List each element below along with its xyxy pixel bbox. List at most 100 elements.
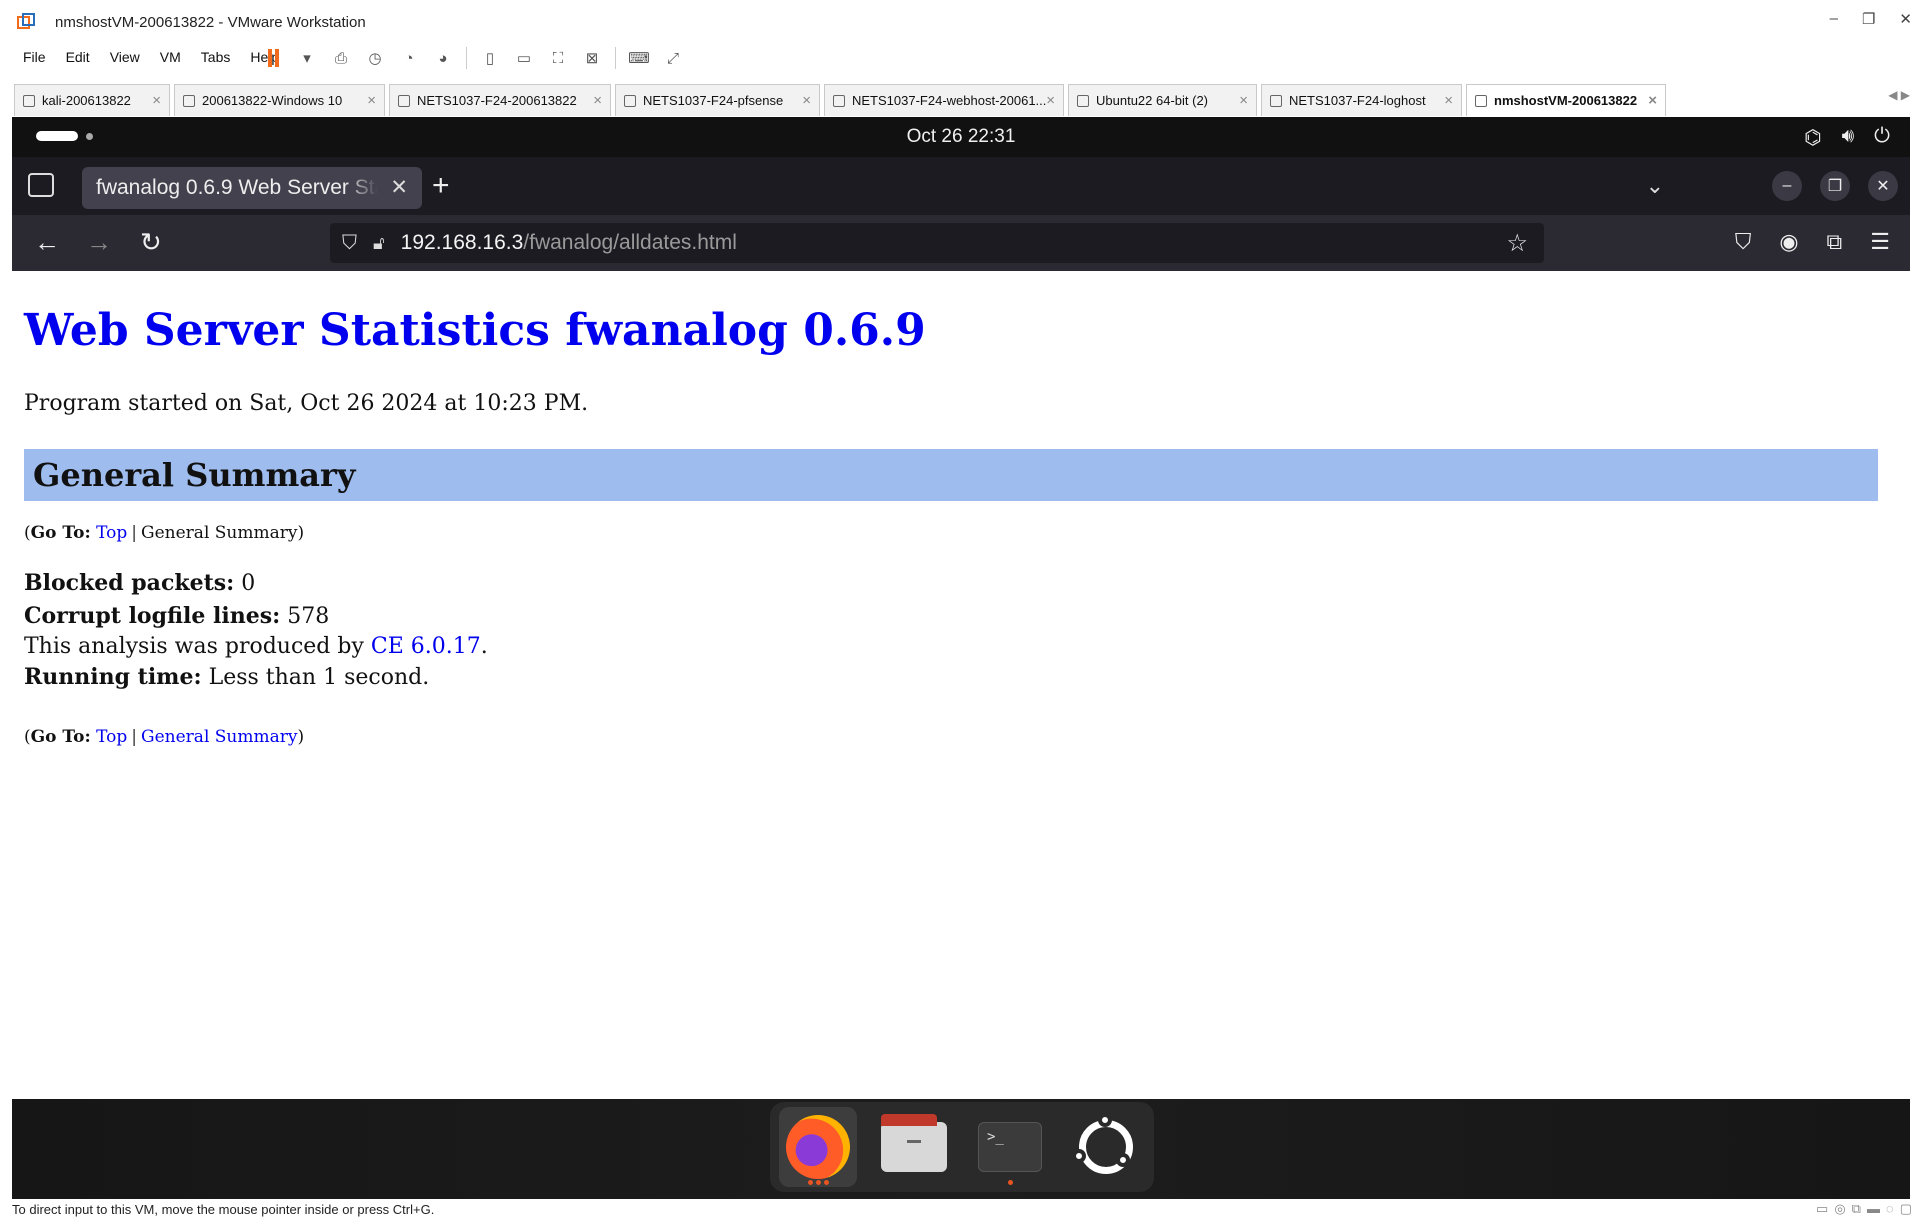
blocked-packets-row: Blocked packets: 0: [24, 567, 329, 600]
close-icon[interactable]: ✕: [1868, 171, 1898, 201]
restore-icon[interactable]: ❐: [1862, 10, 1875, 28]
close-icon[interactable]: ✕: [1899, 10, 1912, 28]
ce-link[interactable]: CE 6.0.17: [371, 634, 481, 659]
close-icon[interactable]: ×: [593, 92, 602, 109]
corrupt-value: 578: [287, 604, 330, 629]
close-icon[interactable]: ×: [1648, 92, 1657, 109]
browser-tab[interactable]: fwanalog 0.6.9 Web Server Statistics ✕: [82, 167, 422, 209]
bookmark-star-icon[interactable]: ☆: [1506, 229, 1528, 258]
network-adapter-icon[interactable]: ⧉: [1852, 1201, 1861, 1217]
thumbnail-icon[interactable]: ▭: [513, 47, 535, 69]
sound-icon[interactable]: ◌: [1886, 1201, 1894, 1217]
extensions-icon[interactable]: ⧉: [1827, 229, 1843, 255]
minimize-icon[interactable]: –: [1772, 171, 1802, 201]
page-content: Web Server Statistics fwanalog 0.6.9 Pro…: [12, 271, 1910, 1099]
new-tab-icon[interactable]: +: [432, 169, 450, 203]
dock-files[interactable]: [875, 1107, 953, 1187]
goto-summary-link[interactable]: General Summary: [141, 727, 297, 747]
account-icon[interactable]: ◉: [1779, 229, 1798, 255]
running-value: Less than 1 second.: [208, 665, 430, 690]
close-icon[interactable]: ×: [1239, 92, 1248, 109]
goto-nav-bottom: (Go To: Top | General Summary): [24, 727, 305, 747]
reload-icon[interactable]: ↻: [140, 227, 162, 258]
snapshot-manager-icon[interactable]: ◕: [432, 47, 454, 69]
clock[interactable]: Oct 26 22:31: [12, 126, 1910, 148]
forward-icon[interactable]: →: [86, 227, 112, 258]
tab-scroll-arrows-icon[interactable]: ◀ ▶: [1888, 88, 1910, 102]
close-icon[interactable]: ×: [1046, 92, 1055, 109]
menubar: File Edit View VM Tabs Help: [12, 44, 288, 70]
menu-vm[interactable]: VM: [149, 49, 190, 65]
address-bar[interactable]: ⛉ 🔓︎ 192.168.16.3/fwanalog/alldates.html…: [330, 223, 1544, 263]
goto-top-link[interactable]: Top: [96, 727, 127, 747]
vm-tab[interactable]: NETS1037-F24-webhost-20061... ×: [824, 84, 1064, 116]
list-tabs-chevron-icon[interactable]: ⌄: [1646, 173, 1664, 199]
vm-tab-label: kali-200613822: [42, 93, 131, 108]
produced-by: This analysis was produced by CE 6.0.17.…: [24, 634, 488, 690]
minimize-icon[interactable]: –: [1830, 10, 1838, 28]
goto-summary-current: General Summary: [141, 523, 298, 543]
ubuntu-icon: [1072, 1113, 1133, 1174]
stretch-icon[interactable]: ⤢: [662, 47, 684, 69]
pocket-icon[interactable]: ⛉: [1735, 229, 1752, 255]
pause-icon[interactable]: [262, 47, 284, 69]
restore-icon[interactable]: ❐: [1820, 171, 1850, 201]
menu-hamburger-icon[interactable]: ☰: [1870, 229, 1890, 255]
insecure-lock-icon[interactable]: 🔓︎: [373, 233, 385, 254]
library-icon[interactable]: ▯: [479, 47, 501, 69]
vm-tab-active[interactable]: nmshostVM-200613822 ×: [1466, 84, 1666, 116]
window-title: nmshostVM-200613822 - VMware Workstation: [55, 14, 366, 31]
summary-stats: Blocked packets: 0 Corrupt logfile lines…: [24, 567, 329, 633]
vm-tab-label: NETS1037-F24-200613822: [417, 93, 577, 108]
snapshot-icon[interactable]: ◷: [364, 47, 386, 69]
vm-tab[interactable]: NETS1037-F24-200613822 ×: [389, 84, 611, 116]
dock-terminal[interactable]: >_: [971, 1107, 1049, 1187]
menu-tabs[interactable]: Tabs: [190, 49, 240, 65]
running-label: Running time:: [24, 664, 202, 690]
dock-firefox[interactable]: [779, 1107, 857, 1187]
corrupt-lines-row: Corrupt logfile lines: 578: [24, 600, 329, 633]
close-icon[interactable]: ×: [802, 92, 811, 109]
console-icon[interactable]: ⌨: [628, 47, 650, 69]
usb-icon[interactable]: ▬: [1867, 1201, 1880, 1217]
goto-top-link[interactable]: Top: [96, 523, 127, 543]
back-icon[interactable]: ←: [34, 227, 60, 258]
corrupt-label: Corrupt logfile lines:: [24, 603, 281, 629]
vm-tab[interactable]: Ubuntu22 64-bit (2) ×: [1068, 84, 1257, 116]
vm-tab[interactable]: NETS1037-F24-loghost ×: [1261, 84, 1462, 116]
close-tab-icon[interactable]: ✕: [390, 175, 408, 200]
dropdown-arrow-icon[interactable]: ▾: [296, 47, 318, 69]
revert-snapshot-icon[interactable]: ◔: [398, 47, 420, 69]
vm-tab[interactable]: 200613822-Windows 10 ×: [174, 84, 385, 116]
vm-icon: [23, 94, 35, 107]
section-heading: General Summary: [24, 449, 1878, 501]
produced-prefix: This analysis was produced by: [24, 634, 364, 659]
volume-icon[interactable]: 🔊︎: [1842, 125, 1855, 150]
vm-icon: [398, 94, 410, 107]
program-started-text: Program started on Sat, Oct 26 2024 at 1…: [24, 391, 589, 416]
page-title: Web Server Statistics fwanalog 0.6.9: [24, 305, 926, 356]
vm-tab-label: 200613822-Windows 10: [202, 93, 343, 108]
cd-icon[interactable]: ◎: [1834, 1201, 1845, 1217]
network-icon[interactable]: ⌬: [1804, 125, 1821, 150]
tab-overview-icon[interactable]: [28, 173, 54, 197]
power-icon[interactable]: ⏻: [1874, 125, 1890, 150]
close-icon[interactable]: ×: [152, 92, 161, 109]
fullscreen-icon[interactable]: ⛶: [547, 47, 569, 69]
vmware-logo-icon: [17, 13, 35, 31]
close-icon[interactable]: ×: [367, 92, 376, 109]
menu-view[interactable]: View: [99, 49, 149, 65]
close-icon[interactable]: ×: [1444, 92, 1453, 109]
menu-file[interactable]: File: [12, 49, 55, 65]
vm-tab[interactable]: kali-200613822 ×: [14, 84, 170, 116]
dock-show-apps[interactable]: [1067, 1107, 1145, 1187]
guest-screen[interactable]: Oct 26 22:31 ⌬ 🔊︎ ⏻ fwanalog 0.6.9 Web S…: [12, 117, 1910, 1199]
unity-icon[interactable]: ⊠: [581, 47, 603, 69]
send-ctrl-alt-del-icon[interactable]: ⎙: [330, 47, 352, 69]
message-log-icon[interactable]: ▢: [1900, 1201, 1912, 1217]
vm-tab[interactable]: NETS1037-F24-pfsense ×: [615, 84, 820, 116]
vm-tab-label: NETS1037-F24-webhost-20061...: [852, 93, 1047, 108]
shield-icon[interactable]: ⛉: [342, 232, 357, 255]
hdd-icon[interactable]: ▭: [1816, 1201, 1828, 1217]
menu-edit[interactable]: Edit: [55, 49, 99, 65]
